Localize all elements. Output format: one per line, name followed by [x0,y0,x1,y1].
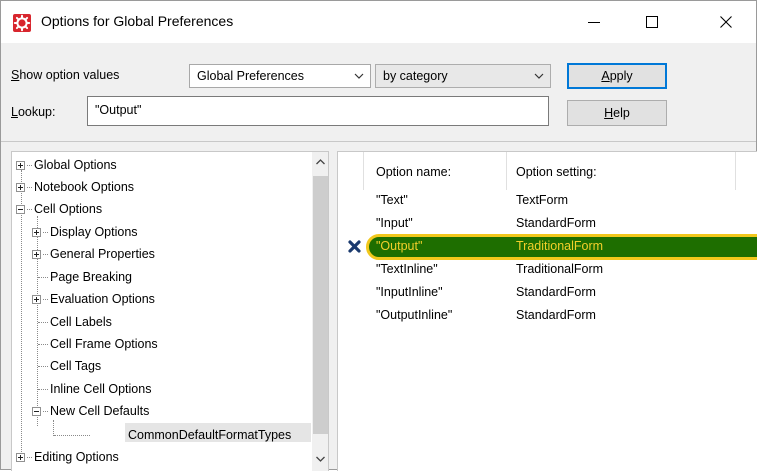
apply-button[interactable]: Apply [567,63,667,89]
remove-setting-icon[interactable] [348,240,361,253]
scrollbar-thumb[interactable] [313,176,328,434]
options-list: Option name: Option setting: "Text" Text… [337,151,757,471]
apply-accel: A [601,69,610,83]
expand-icon[interactable] [32,250,41,259]
minimize-button[interactable] [571,1,617,43]
view-dropdown-value: by category [383,69,448,83]
tree-connector [53,420,54,436]
show-label-text: how option values [19,68,120,82]
tree-item-label: Cell Frame Options [50,337,158,351]
option-name-header: Option name: [376,165,452,179]
option-name: "Output" [376,239,423,253]
close-button[interactable] [703,1,749,43]
tree-connector [38,322,48,323]
lookup-accel: L [11,105,18,119]
tree-connector [27,457,32,458]
close-icon [720,16,732,28]
help-button[interactable]: Help [567,100,667,126]
expand-icon[interactable] [16,453,25,462]
option-setting[interactable]: TraditionalForm [516,262,603,276]
option-setting[interactable]: StandardForm [516,308,596,322]
scroll-up-icon[interactable] [316,159,325,165]
option-name: "Input" [376,216,413,230]
expand-icon[interactable] [32,295,41,304]
option-row[interactable]: "TextInline" TraditionalForm [338,258,757,280]
chevron-down-icon [354,73,364,79]
tree-connector [38,366,48,367]
chevron-down-icon [534,73,544,79]
lookup-input[interactable]: "Output" [87,96,549,126]
tree-connector [38,389,48,390]
option-setting[interactable]: TraditionalForm [516,239,603,253]
tree-connector [54,435,90,436]
option-row[interactable]: "Input" StandardForm [338,212,757,234]
tree-connector [27,209,32,210]
tree-item-label: Inline Cell Options [50,382,152,396]
option-setting-header: Option setting: [516,165,597,179]
option-name: "Text" [376,193,408,207]
window-title: Options for Global Preferences [41,13,234,29]
maximize-button[interactable] [629,1,675,43]
option-name: "InputInline" [376,285,443,299]
tree-connector [38,344,48,345]
tree-connector [43,232,48,233]
tree-item-label: Display Options [50,225,138,239]
options-window: Options for Global Preferences Show opti… [0,0,757,471]
scope-dropdown[interactable]: Global Preferences [189,64,371,88]
tree-item-label: Notebook Options [34,180,135,194]
tree-scrollbar[interactable] [312,152,328,471]
tree-item-label: General Properties [50,247,155,261]
title-bar: Options for Global Preferences [1,1,756,43]
tree-connector [38,277,48,278]
tree-item-label: Global Options [34,158,117,172]
option-setting[interactable]: StandardForm [516,285,596,299]
apply-label: pply [609,69,633,83]
option-setting[interactable]: StandardForm [516,216,596,230]
minimize-icon [588,22,600,23]
divider [1,141,756,142]
tree-item-label: Cell Labels [50,315,112,329]
option-setting[interactable]: TextForm [516,193,568,207]
column-separator [506,152,507,190]
maximize-icon [646,16,658,28]
tree-connector [43,299,48,300]
collapse-icon[interactable] [16,205,25,214]
tree-connector [27,187,32,188]
scope-dropdown-value: Global Preferences [197,69,305,83]
help-accel: H [604,106,614,120]
lookup-input-value: "Output" [95,103,142,117]
tree-item-label: Editing Options [34,450,119,464]
option-row[interactable]: "Text" TextForm [338,189,757,211]
tree-item-label: Cell Tags [50,359,102,373]
column-separator [735,152,736,190]
expand-icon[interactable] [16,161,25,170]
scroll-down-icon[interactable] [316,456,325,462]
category-tree[interactable]: Global Options Notebook Options Cell Opt… [11,151,329,471]
option-name: "TextInline" [376,262,438,276]
show-option-values-label: Show option values [11,68,119,82]
collapse-icon[interactable] [32,407,41,416]
help-label: elp [613,106,630,120]
tree-item-label: CommonDefaultFormatTypes [128,428,292,442]
app-icon [13,14,31,32]
lookup-label-text: ookup: [17,105,56,119]
option-row-selected[interactable]: "Output" TraditionalForm [338,235,757,257]
tree-item-label: Page Breaking [50,270,133,284]
tree-connector [43,254,48,255]
column-separator [363,152,364,190]
tree-item-label: New Cell Defaults [50,404,150,418]
expand-icon[interactable] [16,183,25,192]
option-row[interactable]: "OutputInline" StandardForm [338,304,757,326]
view-dropdown[interactable]: by category [375,64,551,88]
lookup-label: Lookup: [11,105,55,119]
tree-connector [43,411,48,412]
tree-connector [37,216,38,426]
option-name: "OutputInline" [376,308,453,322]
tree-item-label: Evaluation Options [50,292,155,306]
option-row[interactable]: "InputInline" StandardForm [338,281,757,303]
tree-connector [27,165,32,166]
expand-icon[interactable] [32,228,41,237]
tree-item-label: Cell Options [34,202,103,216]
